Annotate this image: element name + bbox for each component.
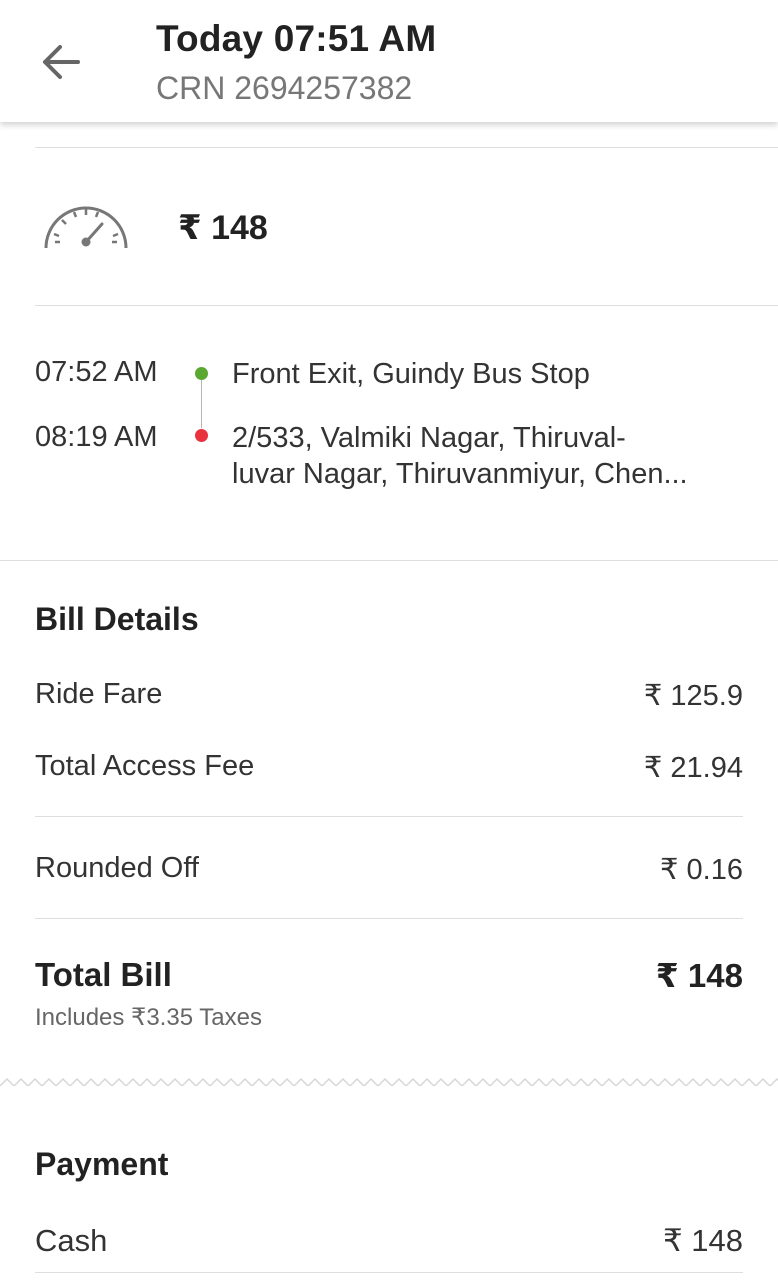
drop-address: 2/533, Valmiki Nagar, Thiruval- luvar Na… [232,420,688,492]
rounded-off-value: ₹ 0.16 [660,854,743,886]
total-bill-label: Total Bill [35,956,172,993]
drop-dot-icon [195,429,208,442]
ride-fare-label: Ride Fare [35,678,163,710]
back-button[interactable] [30,32,90,92]
drop-time: 08:19 AM [35,421,158,453]
divider [35,1272,743,1273]
divider [35,918,743,919]
pickup-address: Front Exit, Guindy Bus Stop [232,358,590,390]
speedometer-icon [44,206,128,249]
divider [35,816,743,817]
divider [35,305,778,306]
total-bill-value: ₹ 148 [655,957,743,994]
crn-number: CRN 2694257382 [156,70,413,106]
payment-title: Payment [35,1146,169,1182]
payment-section: Payment Cash ₹ 148 [0,1086,778,1280]
fare-amount: ₹ 148 [178,209,268,247]
drop-address-line-2: luvar Nagar, Thiruvanmiyur, Chen... [232,458,688,490]
app-header: Today 07:51 AM CRN 2694257382 [0,0,778,122]
rounded-off-label: Rounded Off [35,852,199,884]
arrow-left-icon [43,45,80,79]
route-line [201,380,202,428]
access-fee-value: ₹ 21.94 [643,752,743,784]
pickup-time: 07:52 AM [35,356,158,388]
drop-address-line-1: 2/533, Valmiki Nagar, Thiruval- [232,422,626,454]
access-fee-label: Total Access Fee [35,750,255,782]
payment-amount: ₹ 148 [662,1223,743,1258]
ride-date-time: Today 07:51 AM [156,18,437,59]
divider [35,147,778,148]
ride-fare-value: ₹ 125.9 [643,680,743,712]
section-divider [0,560,778,561]
payment-method: Cash [35,1223,108,1258]
bill-details-title: Bill Details [35,601,199,637]
ride-details-screen: Today 07:51 AM CRN 2694257382 ₹ 148 07:5… [0,0,778,1280]
tax-note: Includes ₹3.35 Taxes [35,1004,262,1031]
pickup-dot-icon [195,367,208,380]
